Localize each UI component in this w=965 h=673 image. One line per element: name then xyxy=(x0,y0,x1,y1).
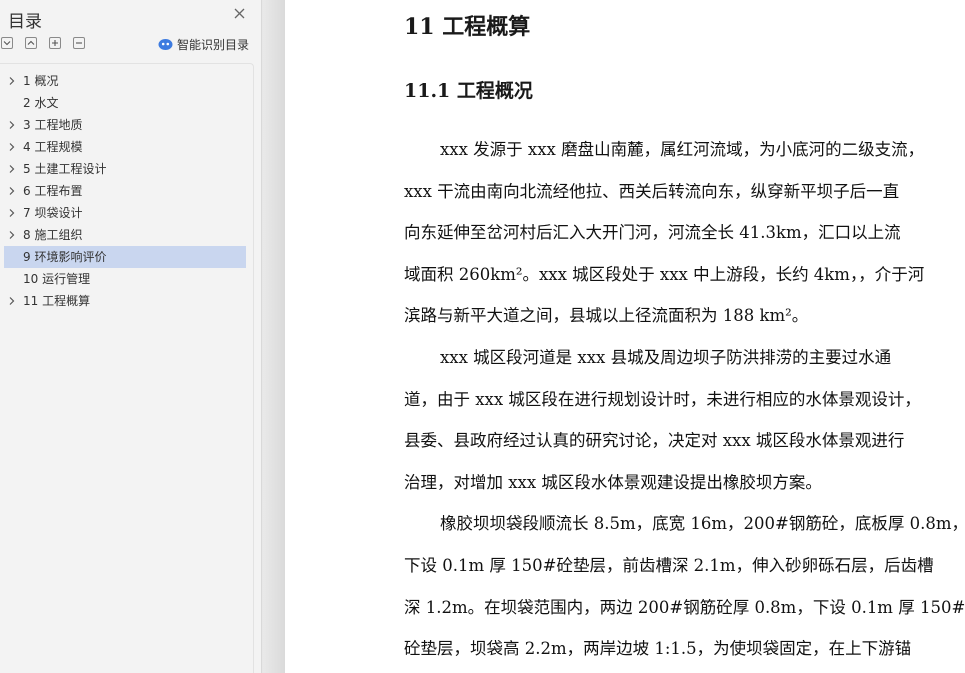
paragraph-line: 深 1.2m。在坝袋范围内，两边 200#钢筋砼厚 0.8m，下设 0.1m 厚… xyxy=(404,598,965,617)
toc-item-label: 5 土建工程设计 xyxy=(23,162,107,176)
toc-item-label: 8 施工组织 xyxy=(23,228,83,242)
toc-toolbar: 智能识别目录 xyxy=(0,37,262,53)
chevron-right-icon[interactable] xyxy=(7,76,16,86)
toc-list: 1 概况 2 水文 3 工程地质 4 工程规模 5 土建工程设计 6 工程布置 7 坝袋设计… xyxy=(4,70,246,312)
smart-toc-label: 智能识别目录 xyxy=(177,37,250,52)
paragraph-line: 治理，对增加 xxx 城区段水体景观建设提出橡胶坝方案。 xyxy=(404,473,822,492)
toc-item[interactable]: 2 水文 xyxy=(4,92,246,114)
chevron-right-icon[interactable] xyxy=(7,164,16,174)
smart-toc-button[interactable]: 智能识别目录 xyxy=(158,36,249,52)
toc-item-label: 4 工程规模 xyxy=(23,140,83,154)
toc-sidebar: 目录 智能识别目录 1 概况 2 水文 3 工程地质 4 工程规模 5 土建工程设计 6 … xyxy=(0,0,262,673)
paragraph-line: 域面积 260km²。xxx 城区段处于 xxx 中上游段，长约 4km，，介于… xyxy=(404,265,925,284)
toc-item[interactable]: 4 工程规模 xyxy=(4,136,246,158)
paragraph-line: 下设 0.1m 厚 150#砼垫层，前齿槽深 2.1m，伸入砂卵砾石层，后齿槽 xyxy=(404,556,934,575)
paragraph-line: 橡胶坝坝袋段顺流长 8.5m，底宽 16m，200#钢筋砼，底板厚 0.8m， xyxy=(440,514,965,533)
toc-item-label: 1 概况 xyxy=(23,74,59,88)
toc-item[interactable]: 7 坝袋设计 xyxy=(4,202,246,224)
toc-item[interactable]: 11 工程概算 xyxy=(4,290,246,312)
chevron-right-icon[interactable] xyxy=(7,208,16,218)
heading-1: 11 工程概算 xyxy=(404,14,531,40)
sidebar-title: 目录 xyxy=(8,12,42,32)
toc-panel: 1 概况 2 水文 3 工程地质 4 工程规模 5 土建工程设计 6 工程布置 7 坝袋设计… xyxy=(0,63,254,673)
close-icon[interactable] xyxy=(232,6,248,22)
chevron-right-icon[interactable] xyxy=(7,120,16,130)
toc-item-label: 6 工程布置 xyxy=(23,184,83,198)
collapse-all-icon[interactable] xyxy=(25,37,37,49)
toc-item[interactable]: 6 工程布置 xyxy=(4,180,246,202)
toc-item-label: 7 坝袋设计 xyxy=(23,206,83,220)
toc-item[interactable]: 8 施工组织 xyxy=(4,224,246,246)
chevron-right-icon[interactable] xyxy=(7,186,16,196)
paragraph-line: 向东延伸至岔河村后汇入大开门河，河流全长 41.3km，汇口以上流 xyxy=(404,223,901,242)
add-heading-icon[interactable] xyxy=(49,37,61,49)
paragraph-line: 道，由于 xxx 城区段在进行规划设计时，未进行相应的水体景观设计， xyxy=(404,390,921,409)
paragraph-line: xxx 城区段河道是 xxx 县城及周边坝子防洪排涝的主要过水通 xyxy=(440,348,892,367)
panel-splitter[interactable] xyxy=(263,0,285,673)
remove-heading-icon[interactable] xyxy=(73,37,85,49)
paragraph-line: 砼垫层，坝袋高 2.2m，两岸边坡 1:1.5，为使坝袋固定，在上下游锚 xyxy=(404,639,912,658)
heading-2: 11.1 工程概况 xyxy=(404,80,533,102)
chevron-right-icon[interactable] xyxy=(7,296,16,306)
expand-all-icon[interactable] xyxy=(1,37,13,49)
document-page: 11 工程概算 11.1 工程概况 xxx 发源于 xxx 磨盘山南麓，属红河流… xyxy=(285,0,965,673)
toc-item-label: 10 运行管理 xyxy=(23,272,91,286)
chevron-right-icon[interactable] xyxy=(7,230,16,240)
smart-toc-icon xyxy=(158,38,173,50)
toc-item-label: 3 工程地质 xyxy=(23,118,83,132)
toc-item[interactable]: 1 概况 xyxy=(4,70,246,92)
paragraph-line: 县委、县政府经过认真的研究讨论，决定对 xxx 城区段水体景观进行 xyxy=(404,431,905,450)
toc-item-label: 11 工程概算 xyxy=(23,294,91,308)
toc-item[interactable]: 3 工程地质 xyxy=(4,114,246,136)
toc-item[interactable]: 9 环境影响评价 xyxy=(4,246,246,268)
paragraph-line: xxx 干流由南向北流经他拉、西关后转流向东，纵穿新平坝子后一直 xyxy=(404,182,900,201)
toc-item-label: 9 环境影响评价 xyxy=(23,250,107,264)
toc-item-label: 2 水文 xyxy=(23,96,59,110)
toc-item[interactable]: 5 土建工程设计 xyxy=(4,158,246,180)
toc-item[interactable]: 10 运行管理 xyxy=(4,268,246,290)
paragraph-line: 滨路与新平大道之间，县城以上径流面积为 188 km²。 xyxy=(404,306,809,325)
paragraph-line: xxx 发源于 xxx 磨盘山南麓，属红河流域，为小底河的二级支流， xyxy=(440,140,925,159)
chevron-right-icon[interactable] xyxy=(7,142,16,152)
